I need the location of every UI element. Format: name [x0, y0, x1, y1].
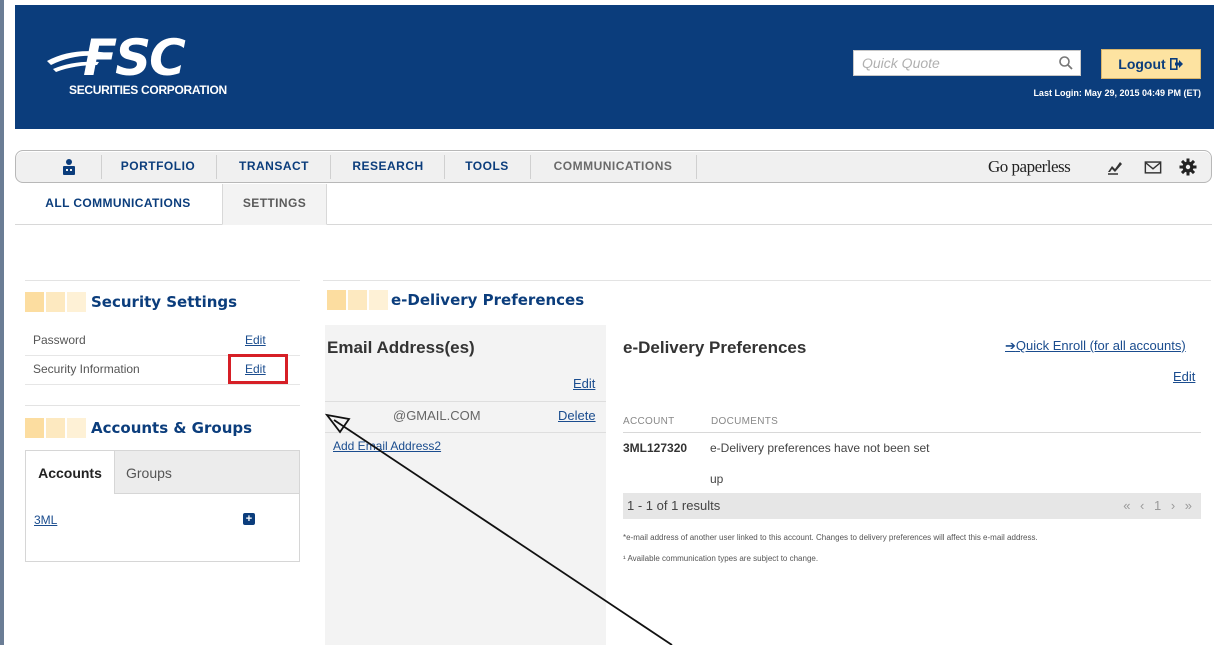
- nav-research[interactable]: RESEARCH: [338, 151, 438, 182]
- go-paperless-link[interactable]: Go paperless: [988, 151, 1071, 182]
- security-settings-title: Security Settings: [91, 293, 238, 311]
- email-panel: Email Address(es) Edit @GMAIL.COM Delete…: [325, 325, 606, 645]
- gear-icon[interactable]: [1179, 158, 1197, 176]
- logout-label: Logout: [1118, 56, 1166, 72]
- expand-account-button[interactable]: +: [243, 513, 255, 525]
- password-row: Password Edit: [25, 327, 300, 356]
- tab-groups[interactable]: Groups: [126, 451, 206, 493]
- nav-separator: [444, 155, 445, 179]
- nav-portfolio[interactable]: PORTFOLIO: [108, 151, 208, 182]
- logo-wordmark: FSC: [83, 29, 186, 87]
- profile-icon[interactable]: [60, 158, 78, 176]
- account-link[interactable]: 3ML: [34, 513, 57, 527]
- nav-communications[interactable]: COMMUNICATIONS: [538, 151, 688, 182]
- nav-separator: [696, 155, 697, 179]
- edelivery-prefs-title: e-Delivery Preferences: [623, 338, 807, 357]
- divider: [323, 280, 1211, 281]
- last-login-text: Last Login: May 29, 2015 04:49 PM (ET): [1033, 88, 1201, 98]
- sub-tabs: ALL COMMUNICATIONS SETTINGS: [15, 184, 1212, 225]
- highlight-box: [228, 354, 288, 384]
- mail-icon[interactable]: [1144, 158, 1162, 176]
- password-label: Password: [33, 333, 86, 347]
- accounts-tabs: Accounts Groups: [26, 451, 299, 494]
- nav-tools[interactable]: TOOLS: [452, 151, 522, 182]
- email-edit-link[interactable]: Edit: [573, 376, 595, 391]
- accounts-groups-title: Accounts & Groups: [91, 419, 253, 437]
- column-header-account: ACCOUNT: [623, 416, 675, 427]
- footnote-types: ¹ Available communication types are subj…: [623, 554, 819, 563]
- sign-icon[interactable]: [1106, 158, 1124, 176]
- document-status-cont: up: [710, 472, 724, 486]
- password-edit-link[interactable]: Edit: [245, 333, 266, 347]
- tab-all-communications[interactable]: ALL COMMUNICATIONS: [15, 184, 221, 224]
- quick-enroll-link[interactable]: ➔Quick Enroll (for all accounts): [1005, 338, 1186, 354]
- fsc-logo[interactable]: FSC SECURITIES CORPORATION: [47, 33, 247, 103]
- nav-separator: [330, 155, 331, 179]
- header-blocks-icon: [25, 292, 86, 312]
- security-info-row: Security Information Edit: [25, 354, 300, 385]
- divider: [25, 405, 300, 406]
- pagination-controls[interactable]: « ‹ 1 › »: [1123, 498, 1195, 513]
- tab-settings[interactable]: SETTINGS: [222, 184, 327, 225]
- results-count: 1 - 1 of 1 results: [627, 498, 721, 513]
- nav-separator: [216, 155, 217, 179]
- divider: [623, 432, 1201, 433]
- search-icon[interactable]: [1058, 55, 1074, 71]
- nav-transact[interactable]: TRANSACT: [224, 151, 324, 182]
- logout-button[interactable]: Logout: [1101, 49, 1201, 79]
- header-blocks-icon: [327, 290, 388, 310]
- arrow-right-icon: ➔: [1005, 338, 1016, 353]
- email-address: @GMAIL.COM: [393, 408, 481, 423]
- nav-separator: [530, 155, 531, 179]
- divider: [25, 280, 300, 281]
- nav-separator: [101, 155, 102, 179]
- edelivery-edit-link[interactable]: Edit: [1173, 369, 1195, 384]
- results-pager: 1 - 1 of 1 results « ‹ 1 › »: [623, 493, 1201, 519]
- footnote-email: *e-mail address of another user linked t…: [623, 533, 1038, 542]
- quick-enroll-label: Quick Enroll (for all accounts): [1015, 338, 1186, 353]
- quick-quote-box: [853, 50, 1081, 76]
- site-header: FSC SECURITIES CORPORATION Logout Last L…: [15, 5, 1214, 129]
- account-number: 3ML127320: [623, 441, 688, 455]
- tab-accounts[interactable]: Accounts: [26, 451, 115, 494]
- window-left-edge: [0, 0, 4, 645]
- email-row: @GMAIL.COM Delete: [325, 401, 606, 433]
- accounts-box: Accounts Groups 3ML +: [25, 450, 300, 562]
- logo-subtitle: SECURITIES CORPORATION: [69, 83, 227, 97]
- quick-quote-input[interactable]: [854, 51, 1052, 75]
- column-header-documents: DOCUMENTS: [711, 416, 779, 427]
- document-status: e-Delivery preferences have not been set: [710, 441, 930, 455]
- header-blocks-icon: [25, 418, 86, 438]
- email-delete-link[interactable]: Delete: [558, 408, 596, 423]
- email-panel-title: Email Address(es): [327, 338, 475, 357]
- security-info-label: Security Information: [33, 362, 140, 376]
- main-nav: PORTFOLIO TRANSACT RESEARCH TOOLS COMMUN…: [15, 150, 1212, 183]
- add-email-link[interactable]: Add Email Address2: [333, 439, 441, 453]
- logout-icon: [1169, 58, 1183, 70]
- edelivery-section-title: e-Delivery Preferences: [391, 291, 585, 309]
